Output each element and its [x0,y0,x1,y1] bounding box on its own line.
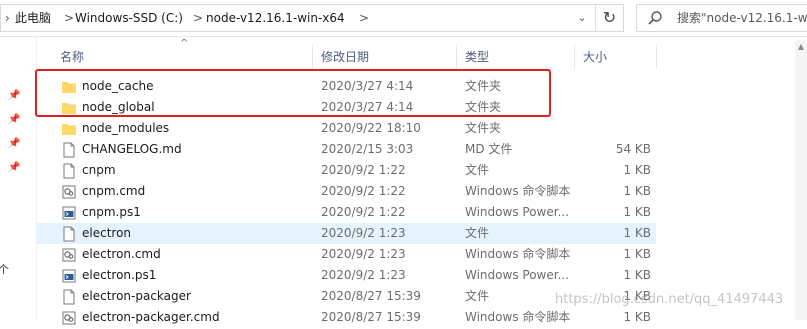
navigation-pane[interactable]: 📌 📌 📌 📌 个 [0,37,37,320]
file-modified-date: 2020/9/2 1:22 [321,184,406,198]
file-row[interactable]: electron.ps1 2020/9/2 1:23 Windows Power..… [36,265,656,286]
file-row[interactable]: electron 2020/9/2 1:23 文件 1 KB [36,223,656,244]
file-modified-date: 2020/9/2 1:22 [321,205,406,219]
file-icon [61,289,77,305]
file-icon [61,142,77,158]
breadcrumb-this-pc[interactable]: 此电脑 [15,5,51,31]
address-history-dropdown-icon[interactable]: ⌄ [571,5,593,31]
search-icon [648,11,662,25]
file-size: 1 KB [623,226,651,240]
column-header-size[interactable]: 大小 [583,45,607,67]
vertical-scrollbar[interactable]: ▲ [795,40,807,320]
file-modified-date: 2020/9/2 1:22 [321,163,406,177]
file-row[interactable]: cnpm.cmd 2020/9/2 1:22 Windows 命令脚本 1 KB [36,181,656,202]
file-type: MD 文件 [465,142,513,156]
cmd-icon [61,310,77,326]
ps1-icon [61,205,77,221]
file-modified-date: 2020/9/22 18:10 [321,121,421,135]
cmd-icon [61,184,77,200]
file-modified-date: 2020/9/2 1:23 [321,226,406,240]
column-header-date[interactable]: 修改日期 [321,45,369,67]
file-name: cnpm.cmd [82,184,146,198]
file-type: Windows 命令脚本 [465,184,571,198]
file-type: Windows 命令脚本 [465,247,571,261]
file-name: electron [82,226,132,240]
pin-icon[interactable]: 📌 [8,163,20,173]
file-name: electron.cmd [82,247,161,261]
file-type: 文件 [465,226,490,240]
file-size [566,97,651,118]
column-divider[interactable] [312,45,313,69]
file-name: electron-packager.cmd [82,310,220,324]
toolbar: › 此电脑 > Windows-SSD (C:) > node-v12.16.1… [0,0,807,37]
file-type: Windows Power... [465,268,570,282]
column-divider[interactable] [656,45,657,69]
breadcrumb-folder[interactable]: node-v12.16.1-win-x64 [206,5,345,31]
column-headers: 名称 修改日期 类型 大小 [36,45,807,69]
search-input[interactable]: 搜索"node-v12.16.1-wi [636,4,807,32]
file-row[interactable]: electron-packager.cmd 2020/8/27 15:39 Wind… [36,307,656,328]
file-modified-date: 2020/8/27 15:39 [321,289,421,303]
file-size: 1 KB [623,247,651,261]
file-type: Windows 命令脚本 [465,310,571,324]
file-row[interactable]: cnpm.ps1 2020/9/2 1:22 Windows Power... 1 K… [36,202,656,223]
file-row[interactable]: electron.cmd 2020/9/2 1:23 Windows 命令脚本 1 K… [36,244,656,265]
file-modified-date: 2020/9/2 1:23 [321,268,406,282]
watermark-text: https://blog.csdn.net/qq_41497443 [555,292,784,307]
column-header-name[interactable]: 名称 [60,45,84,67]
file-size [566,76,651,97]
pin-icon[interactable]: 📌 [8,91,20,101]
folder-icon [61,121,77,137]
file-size: 1 KB [623,184,651,198]
file-icon [61,226,77,242]
file-icon [61,163,77,179]
pin-icon[interactable]: 📌 [8,115,20,125]
breadcrumb-drive[interactable]: Windows-SSD (C:) [75,5,183,31]
address-chevron-icon[interactable]: › [5,5,10,31]
file-size: 1 KB [623,268,651,282]
search-placeholder: 搜索"node-v12.16.1-wi [677,11,807,25]
file-type: 文件 [465,289,490,303]
breadcrumb-separator[interactable]: > [359,5,369,31]
file-row[interactable]: CHANGELOG.md 2020/2/15 3:03 MD 文件 54 KB [36,139,656,160]
file-row[interactable]: cnpm 2020/9/2 1:22 文件 1 KB [36,160,656,181]
file-size [566,118,651,139]
file-size: 1 KB [623,205,651,219]
column-header-type[interactable]: 类型 [465,45,489,67]
file-name: electron-packager [82,289,191,303]
file-name: cnpm.ps1 [82,205,141,219]
file-type: 文件 [465,163,490,177]
column-divider[interactable] [456,45,457,69]
file-type: Windows Power... [465,205,570,219]
file-row[interactable]: node_modules 2020/9/22 18:10 文件夹 [36,118,656,139]
scroll-up-icon[interactable]: ▲ [795,42,807,51]
address-bar[interactable]: › 此电脑 > Windows-SSD (C:) > node-v12.16.1… [0,4,624,32]
file-name: electron.ps1 [82,268,157,282]
file-size: 54 KB [615,142,651,156]
file-modified-date: 2020/8/27 15:39 [321,310,421,324]
highlight-annotation [35,69,551,117]
file-size: 1 KB [623,163,651,177]
pin-icon[interactable]: 📌 [8,139,20,149]
column-divider[interactable] [574,45,575,69]
file-name: node_modules [82,121,170,135]
file-type: 文件夹 [465,121,502,135]
ps1-icon [61,268,77,284]
file-name: cnpm [82,163,116,177]
breadcrumb-separator[interactable]: > [193,5,203,31]
nav-item-label[interactable]: 个 [0,261,9,277]
file-size: 1 KB [623,310,651,324]
cmd-icon [61,247,77,263]
file-modified-date: 2020/9/2 1:23 [321,247,406,261]
refresh-icon[interactable]: ↻ [595,5,623,31]
file-modified-date: 2020/2/15 3:03 [321,142,414,156]
file-name: CHANGELOG.md [82,142,182,156]
breadcrumb-separator[interactable]: > [64,5,74,31]
